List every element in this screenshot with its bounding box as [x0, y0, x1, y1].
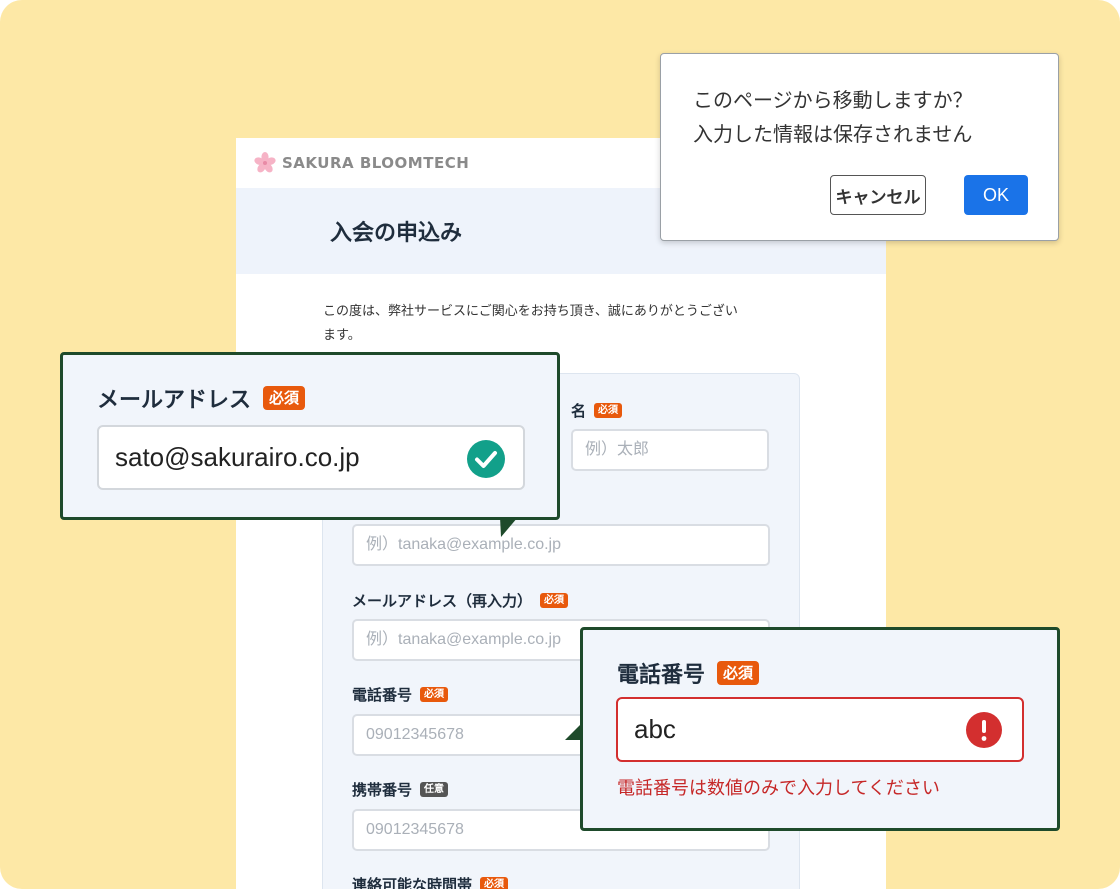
leave-page-dialog: このページから移動しますか？ 入力した情報は保存されません キャンセル OK — [660, 53, 1059, 241]
required-badge: 必須 — [420, 687, 449, 702]
cancel-button[interactable]: キャンセル — [830, 175, 926, 215]
intro-line-2: ます。 — [323, 328, 361, 343]
page-title: 入会の申込み — [330, 221, 463, 246]
dialog-message-line-2: 入力した情報は保存されません — [693, 122, 973, 146]
sakura-logo-icon — [254, 152, 276, 173]
email-confirm-label: メールアドレス（再入力） 必須 — [352, 590, 569, 611]
email-callout: メールアドレス 必須 sato@sakurairo.co.jp — [60, 352, 560, 520]
error-circle-icon — [966, 712, 1002, 748]
phone-callout-label-text: 電話番号 — [617, 663, 706, 688]
brand-name: SAKURA BLOOMTECH — [282, 154, 470, 172]
mobile-label: 携帯番号 任意 — [352, 779, 449, 800]
required-badge: 必須 — [480, 877, 509, 889]
optional-badge: 任意 — [420, 782, 449, 797]
given-name-label-text: 名 — [571, 402, 587, 420]
required-badge: 必須 — [717, 661, 760, 685]
ok-button[interactable]: OK — [964, 175, 1028, 215]
email-callout-label-text: メールアドレス — [97, 388, 252, 413]
dialog-message-line-1: このページから移動しますか？ — [693, 88, 973, 112]
given-name-input[interactable] — [571, 429, 769, 471]
contact-time-label-text: 連絡可能な時間帯 — [352, 876, 473, 889]
contact-time-label: 連絡可能な時間帯 必須 — [352, 874, 509, 889]
phone-label-text: 電話番号 — [352, 686, 413, 704]
phone-callout-input[interactable]: abc — [616, 697, 1024, 762]
email-input[interactable] — [352, 524, 770, 566]
mobile-label-text: 携帯番号 — [352, 781, 413, 799]
email-callout-label: メールアドレス 必須 — [97, 382, 306, 414]
email-callout-value: sato@sakurairo.co.jp — [115, 442, 360, 472]
intro-text: この度は、弊社サービスにご関心をお持ち頂き、誠にありがとうござい ます。 — [323, 300, 803, 348]
email-callout-pointer — [500, 517, 518, 537]
required-badge: 必須 — [540, 593, 569, 608]
required-badge: 必須 — [263, 386, 306, 410]
phone-error-message: 電話番号は数値のみで入力してください — [617, 778, 940, 799]
given-name-label: 名 必須 — [571, 400, 623, 421]
phone-callout-label: 電話番号 必須 — [617, 657, 760, 689]
intro-line-1: この度は、弊社サービスにご関心をお持ち頂き、誠にありがとうござい — [323, 304, 738, 319]
phone-callout-value: abc — [634, 714, 676, 744]
required-badge: 必須 — [594, 403, 623, 418]
phone-label: 電話番号 必須 — [352, 684, 449, 705]
check-circle-icon — [467, 440, 505, 478]
phone-callout: 電話番号 必須 abc 電話番号は数値のみで入力してください — [580, 627, 1060, 831]
email-callout-input[interactable]: sato@sakurairo.co.jp — [97, 425, 525, 490]
phone-callout-pointer — [565, 722, 583, 740]
email-confirm-label-text: メールアドレス（再入力） — [352, 592, 533, 610]
